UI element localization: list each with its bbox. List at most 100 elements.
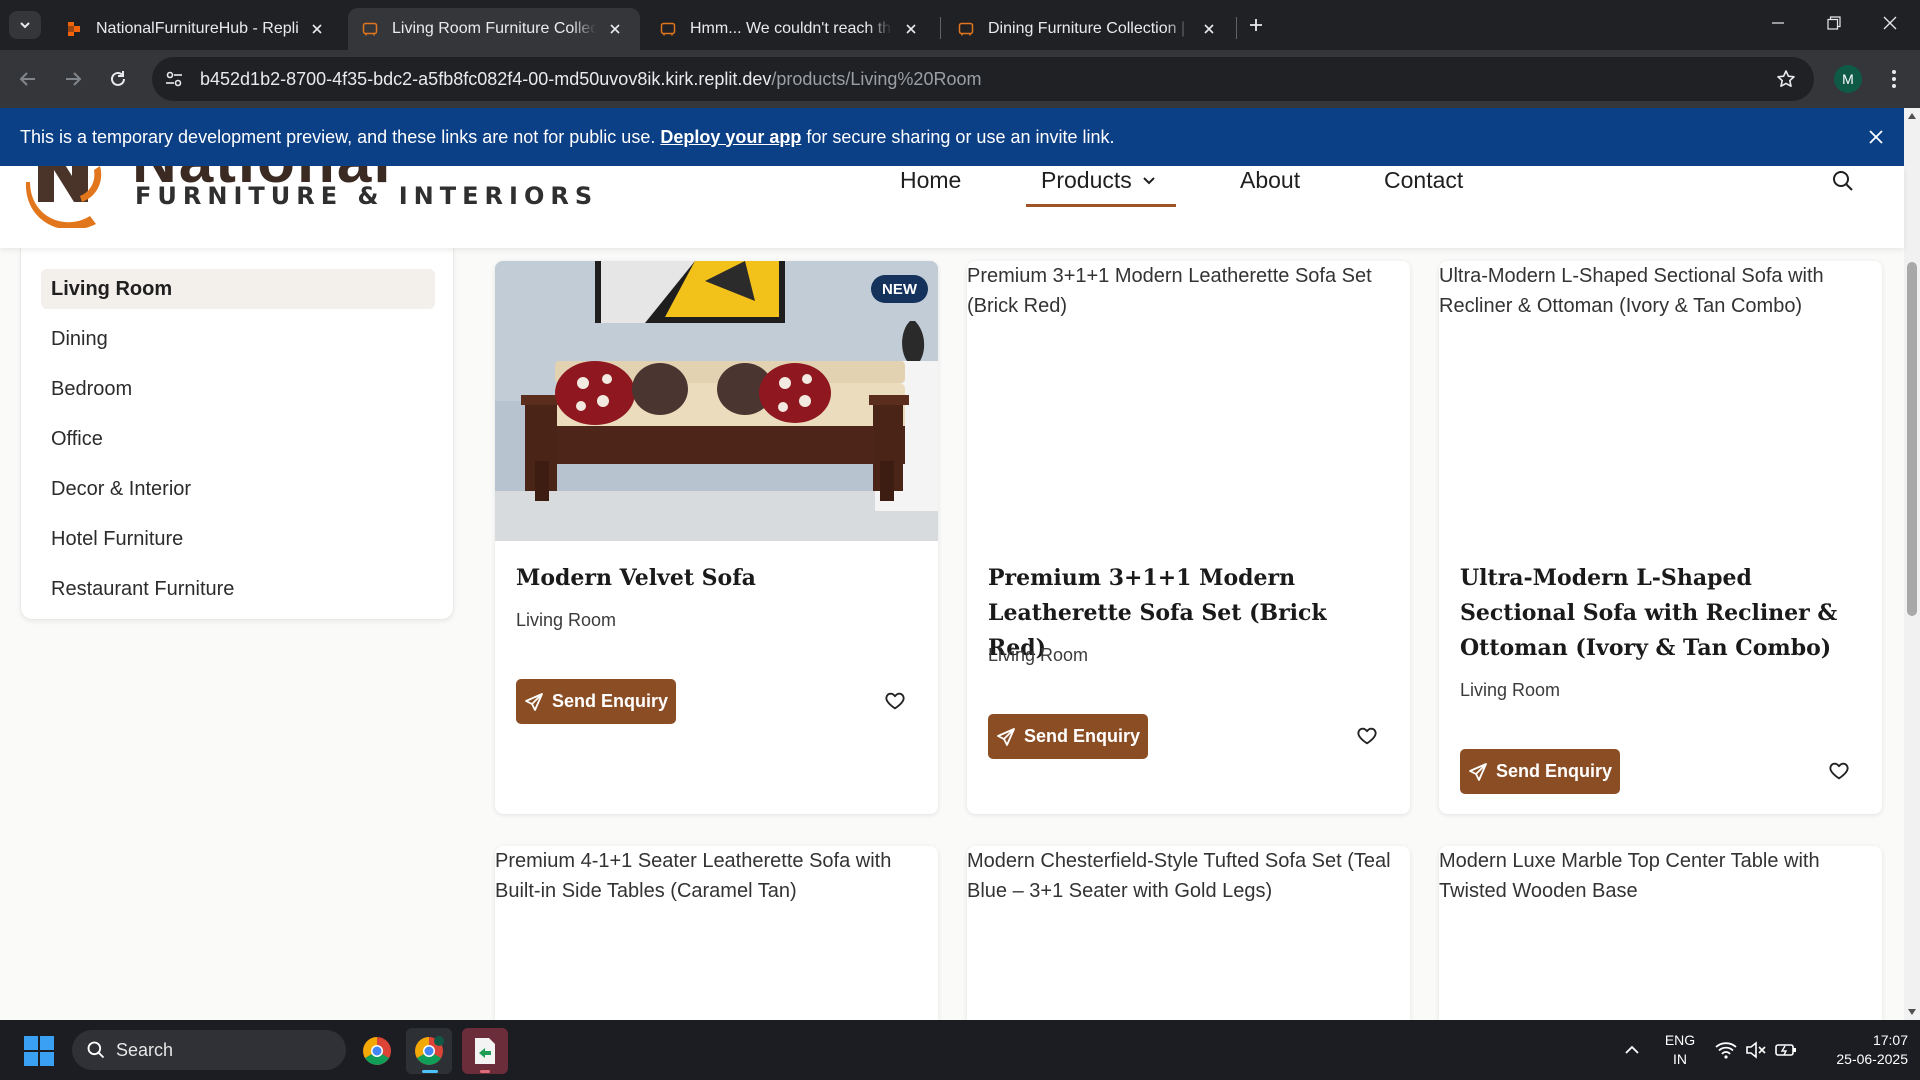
product-image-alt[interactable]: Modern Luxe Marble Top Center Table with… (1439, 846, 1882, 906)
browser-tab-living-room[interactable]: Living Room Furniture Collectio (348, 8, 640, 50)
clock-date: 25-06-2025 (1836, 1051, 1908, 1067)
category-restaurant-furniture[interactable]: Restaurant Furniture (41, 569, 435, 609)
close-icon (1869, 130, 1883, 144)
wishlist-button[interactable] (1352, 721, 1382, 751)
browser-toolbar: b452d1b2-8700-4f35-bdc2-a5fb8fc082f4-00-… (0, 50, 1920, 108)
product-card[interactable]: Modern Luxe Marble Top Center Table with… (1439, 846, 1882, 1020)
page-favicon-icon (958, 22, 974, 36)
send-enquiry-button[interactable]: Send Enquiry (988, 714, 1148, 759)
chevron-down-icon (1143, 177, 1155, 185)
url-host: b452d1b2-8700-4f35-bdc2-a5fb8fc082f4-00-… (200, 68, 772, 89)
product-image-alt[interactable]: Premium 3+1+1 Modern Leatherette Sofa Se… (967, 261, 1410, 321)
battery-icon[interactable] (1774, 1038, 1798, 1062)
close-tab-icon[interactable] (900, 18, 922, 40)
browser-tab-error[interactable]: Hmm... We couldn't reach this a (646, 8, 936, 50)
send-enquiry-button[interactable]: Send Enquiry (516, 679, 676, 724)
tab-title: Dining Furniture Collection | Na (988, 20, 1190, 37)
wifi-icon[interactable] (1714, 1038, 1738, 1062)
system-clock[interactable]: 17:07 25-06-2025 (1812, 1031, 1908, 1069)
category-bedroom[interactable]: Bedroom (41, 369, 435, 409)
address-bar[interactable]: b452d1b2-8700-4f35-bdc2-a5fb8fc082f4-00-… (152, 57, 1814, 101)
close-tab-icon[interactable] (604, 18, 626, 40)
product-name[interactable]: Ultra-Modern L-Shaped Sectional Sofa wit… (1460, 561, 1860, 666)
taskbar-chrome[interactable] (354, 1028, 400, 1074)
site-search-button[interactable] (1826, 166, 1860, 196)
browser-tab-dining[interactable]: Dining Furniture Collection | Na (944, 8, 1234, 50)
windows-start-icon[interactable] (24, 1036, 54, 1066)
product-name[interactable]: Modern Velvet Sofa (516, 561, 916, 596)
close-window-button[interactable] (1862, 0, 1918, 46)
nav-contact[interactable]: Contact (1384, 166, 1463, 194)
nav-home[interactable]: Home (900, 166, 961, 194)
input-language[interactable]: ENG IN (1660, 1031, 1700, 1069)
category-decor-interior[interactable]: Decor & Interior (41, 469, 435, 509)
product-card[interactable]: Modern Chesterfield-Style Tufted Sofa Se… (967, 846, 1410, 1020)
deploy-app-link[interactable]: Deploy your app (660, 127, 801, 148)
product-card[interactable]: Premium 4-1+1 Seater Leatherette Sofa wi… (495, 846, 938, 1020)
product-category: Living Room (516, 610, 617, 630)
minimize-icon (1772, 22, 1784, 24)
clock-time: 17:07 (1872, 1032, 1908, 1048)
tab-separator (1236, 17, 1237, 39)
send-icon (1469, 762, 1487, 781)
product-card[interactable]: Premium 3+1+1 Modern Leatherette Sofa Se… (967, 261, 1410, 814)
browser-menu-button[interactable] (1876, 61, 1912, 97)
nav-about[interactable]: About (1240, 166, 1300, 194)
scroll-up-arrow-icon[interactable] (1904, 108, 1920, 124)
brand-tagline: FURNITURE & INTERIORS (135, 182, 599, 210)
reload-button[interactable] (100, 61, 136, 97)
new-tab-button[interactable] (1242, 11, 1270, 39)
product-card[interactable]: NEW Modern Velvet Sofa Living Room Send … (495, 261, 938, 814)
heart-icon (885, 692, 905, 710)
send-enquiry-label: Send Enquiry (551, 691, 668, 711)
tab-search-dropdown[interactable] (9, 11, 41, 39)
close-banner-button[interactable] (1862, 123, 1890, 151)
scrollbar-thumb[interactable] (1907, 262, 1917, 616)
taskbar-search[interactable]: Search (72, 1030, 346, 1070)
category-office[interactable]: Office (41, 419, 435, 459)
scroll-down-arrow-icon[interactable] (1904, 1004, 1920, 1020)
category-sidebar: Living Room Dining Bedroom Office Decor … (20, 248, 454, 620)
chrome-icon (363, 1037, 391, 1065)
dev-preview-banner: This is a temporary development preview,… (0, 108, 1904, 166)
page-favicon-icon (362, 22, 378, 36)
send-enquiry-button[interactable]: Send Enquiry (1460, 749, 1620, 794)
taskbar-search-placeholder: Search (116, 1039, 174, 1060)
arrow-right-icon (66, 72, 82, 86)
tray-overflow-icon[interactable] (1620, 1038, 1644, 1062)
volume-muted-icon[interactable] (1744, 1038, 1768, 1062)
minimize-button[interactable] (1750, 0, 1806, 46)
product-image[interactable] (495, 261, 938, 541)
bookmark-button[interactable] (1768, 61, 1804, 97)
product-image-alt[interactable]: Premium 4-1+1 Seater Leatherette Sofa wi… (495, 846, 938, 906)
back-button[interactable] (10, 61, 46, 97)
tune-icon (166, 71, 182, 87)
product-image-alt[interactable]: Modern Chesterfield-Style Tufted Sofa Se… (967, 846, 1410, 906)
new-badge: NEW (871, 275, 928, 303)
close-tab-icon[interactable] (1198, 18, 1220, 40)
active-nav-indicator (1026, 204, 1176, 207)
wishlist-button[interactable] (1824, 756, 1854, 786)
brand-logo-icon[interactable] (24, 166, 104, 228)
taskbar-app[interactable] (462, 1028, 508, 1074)
category-hotel-furniture[interactable]: Hotel Furniture (41, 519, 435, 559)
running-app-indicator (480, 1070, 490, 1073)
profile-avatar[interactable]: M (1834, 65, 1862, 93)
product-card[interactable]: Ultra-Modern L-Shaped Sectional Sofa wit… (1439, 261, 1882, 814)
category-dining[interactable]: Dining (41, 319, 435, 359)
site-info-button[interactable] (156, 61, 192, 97)
restore-button[interactable] (1806, 0, 1862, 46)
close-tab-icon[interactable] (306, 18, 328, 40)
send-enquiry-label: Send Enquiry (1495, 761, 1612, 781)
send-icon (525, 692, 543, 711)
page-scrollbar[interactable] (1904, 108, 1920, 1020)
category-living-room[interactable]: Living Room (41, 269, 435, 309)
nav-products[interactable]: Products (1041, 166, 1158, 194)
page-favicon-icon (660, 22, 676, 36)
browser-tab-replit[interactable]: NationalFurnitureHub - Replit (52, 8, 342, 50)
browser-tab-strip: NationalFurnitureHub - Replit Living Roo… (0, 0, 1920, 50)
wishlist-button[interactable] (880, 686, 910, 716)
product-image-alt[interactable]: Ultra-Modern L-Shaped Sectional Sofa wit… (1439, 261, 1882, 321)
forward-button[interactable] (55, 61, 91, 97)
taskbar-chrome-profile[interactable] (406, 1028, 452, 1074)
